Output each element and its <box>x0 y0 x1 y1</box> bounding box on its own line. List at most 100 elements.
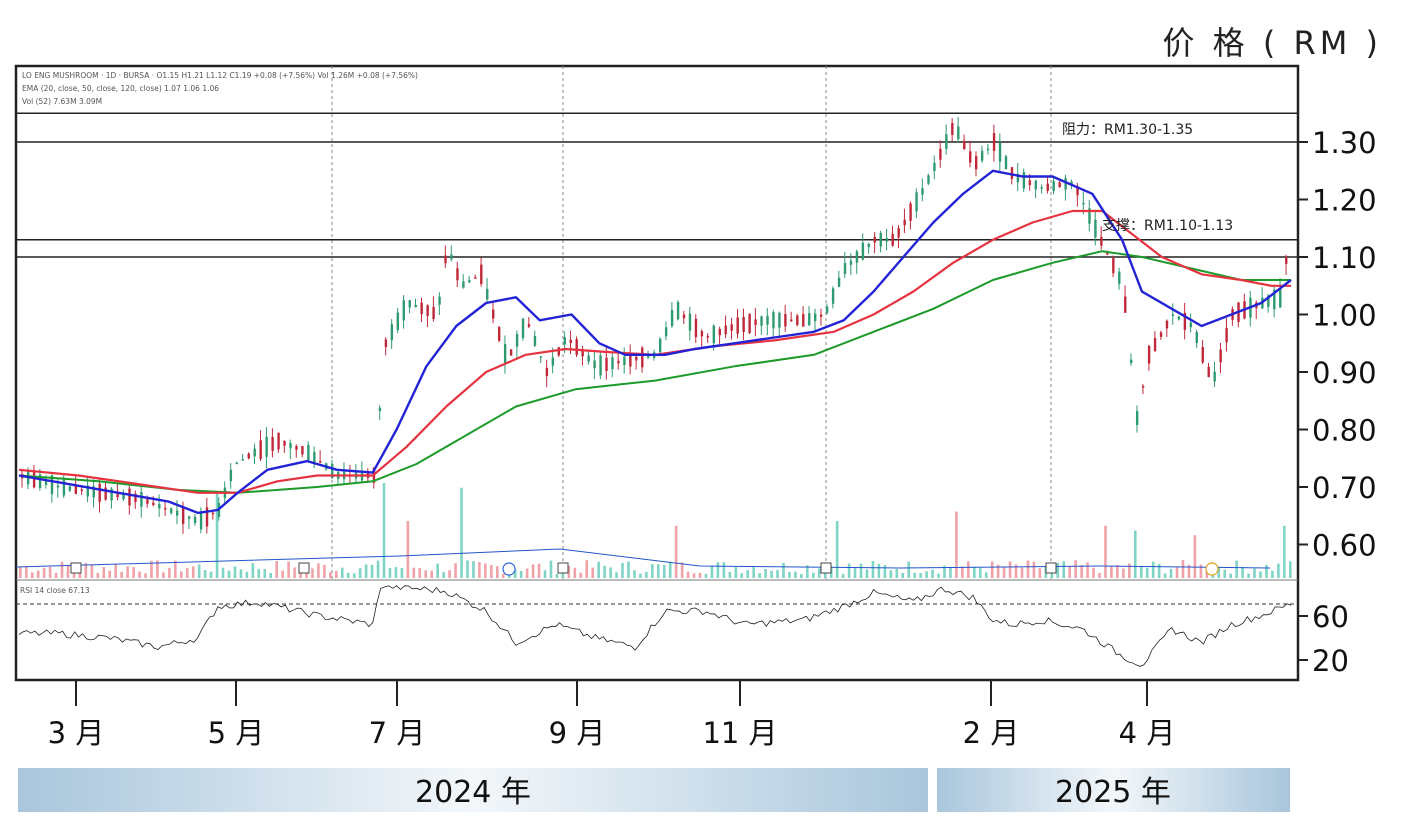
volume-bar <box>889 570 893 578</box>
volume-bar <box>1133 530 1137 578</box>
candle-body <box>68 486 72 491</box>
candle-body <box>247 453 250 459</box>
candle-body <box>879 233 882 247</box>
volume-bar <box>531 564 535 578</box>
volume-bar <box>770 570 773 578</box>
candle-body <box>1094 219 1097 238</box>
candle-body <box>563 337 566 345</box>
rsi-tick-label: 60 <box>1312 600 1349 634</box>
volume-bar <box>335 570 338 578</box>
volume-bar <box>442 572 445 578</box>
y-tick-label: 0.80 <box>1312 414 1377 448</box>
candle-body <box>521 318 525 339</box>
volume-bar <box>812 572 815 578</box>
volume-bar <box>788 572 791 578</box>
volume-bar <box>668 561 672 578</box>
volume-bar <box>346 572 350 578</box>
candle-body <box>1159 332 1163 337</box>
indicator-line-1: LO ENG MUSHROOM · 1D · BURSA · O1.15 H1.… <box>22 71 418 80</box>
candle-body <box>1004 156 1008 170</box>
candle-body <box>778 312 781 328</box>
candle-body <box>945 134 948 149</box>
volume-bar <box>96 572 100 578</box>
candle-body <box>623 356 626 366</box>
candle-body <box>140 491 143 507</box>
candle-body <box>170 508 173 514</box>
candle-body <box>283 440 286 446</box>
x-axis: 3 月 5 月 7 月 9 月 11 月 2 月 4 月 <box>48 680 1175 750</box>
support-label: 支撑：RM1.10-1.13 <box>1102 218 1233 234</box>
month-label: 2 月 <box>963 716 1020 750</box>
volume-bar <box>317 563 320 578</box>
volume-bar <box>1163 573 1167 578</box>
candle-body <box>1219 349 1222 363</box>
candle-body <box>253 448 256 457</box>
volume-bar <box>1139 566 1143 578</box>
candle-body <box>706 336 710 338</box>
candle-body <box>1106 253 1109 255</box>
candle-body <box>766 315 769 325</box>
candle-body <box>1124 296 1127 313</box>
candle-body <box>635 356 638 361</box>
volume-bar <box>716 562 720 578</box>
candle-body <box>909 203 912 221</box>
event-marker-3 <box>820 562 832 574</box>
candle-body <box>1034 180 1038 190</box>
volume-bar <box>179 571 183 578</box>
candle-body <box>700 330 704 337</box>
volume-bar <box>674 525 678 578</box>
candle-body <box>509 349 513 356</box>
volume-bar <box>424 570 428 578</box>
candle-body <box>486 288 489 300</box>
volume-bar <box>1199 564 1203 578</box>
candle-body <box>1225 328 1228 343</box>
volume-bar <box>418 567 422 578</box>
candle-body <box>396 312 400 331</box>
volume-bar <box>412 567 416 578</box>
candle-body <box>611 357 614 370</box>
volume-bar <box>722 562 726 578</box>
candle-body <box>796 315 799 325</box>
candle-body <box>1010 167 1014 179</box>
month-label: 9 月 <box>549 716 606 750</box>
candle-body <box>921 188 924 195</box>
volume-bar <box>609 567 612 578</box>
month-label: 3 月 <box>48 716 105 750</box>
volume-bar <box>549 560 553 578</box>
candle-body <box>1112 258 1115 274</box>
volume-bar <box>1181 560 1185 578</box>
volume-bar <box>36 570 40 578</box>
volume-bar <box>859 563 863 578</box>
candle-body <box>903 219 906 226</box>
candle-body <box>128 488 131 506</box>
volume-bar <box>501 573 505 578</box>
volume-bar <box>1157 563 1161 578</box>
volume-bar <box>227 570 231 578</box>
candle-body <box>187 516 191 519</box>
volume-bar <box>340 567 344 578</box>
volume-bar <box>990 561 994 578</box>
candle-body <box>539 356 543 358</box>
volume-bar <box>1223 569 1227 578</box>
candle-body <box>843 263 847 274</box>
volume-bar <box>1235 560 1238 578</box>
volume-bar <box>1068 566 1071 578</box>
candle-body <box>116 493 119 498</box>
candle-body <box>992 133 996 151</box>
volume-bar <box>1104 525 1107 578</box>
volume-bar <box>1074 560 1077 578</box>
volume-bar <box>203 570 207 578</box>
candle-body <box>605 357 608 371</box>
volume-bar <box>627 561 630 578</box>
candle-body <box>1189 322 1193 328</box>
candle-body <box>229 469 233 482</box>
candle-body <box>617 360 620 364</box>
volume-bar <box>847 563 851 578</box>
candle-body <box>193 516 197 524</box>
candle-body <box>885 238 888 242</box>
candle-body <box>772 312 775 329</box>
candle-body <box>1213 371 1216 382</box>
candle-body <box>44 481 48 485</box>
candle-body <box>426 305 429 317</box>
volume-bar <box>919 573 922 578</box>
